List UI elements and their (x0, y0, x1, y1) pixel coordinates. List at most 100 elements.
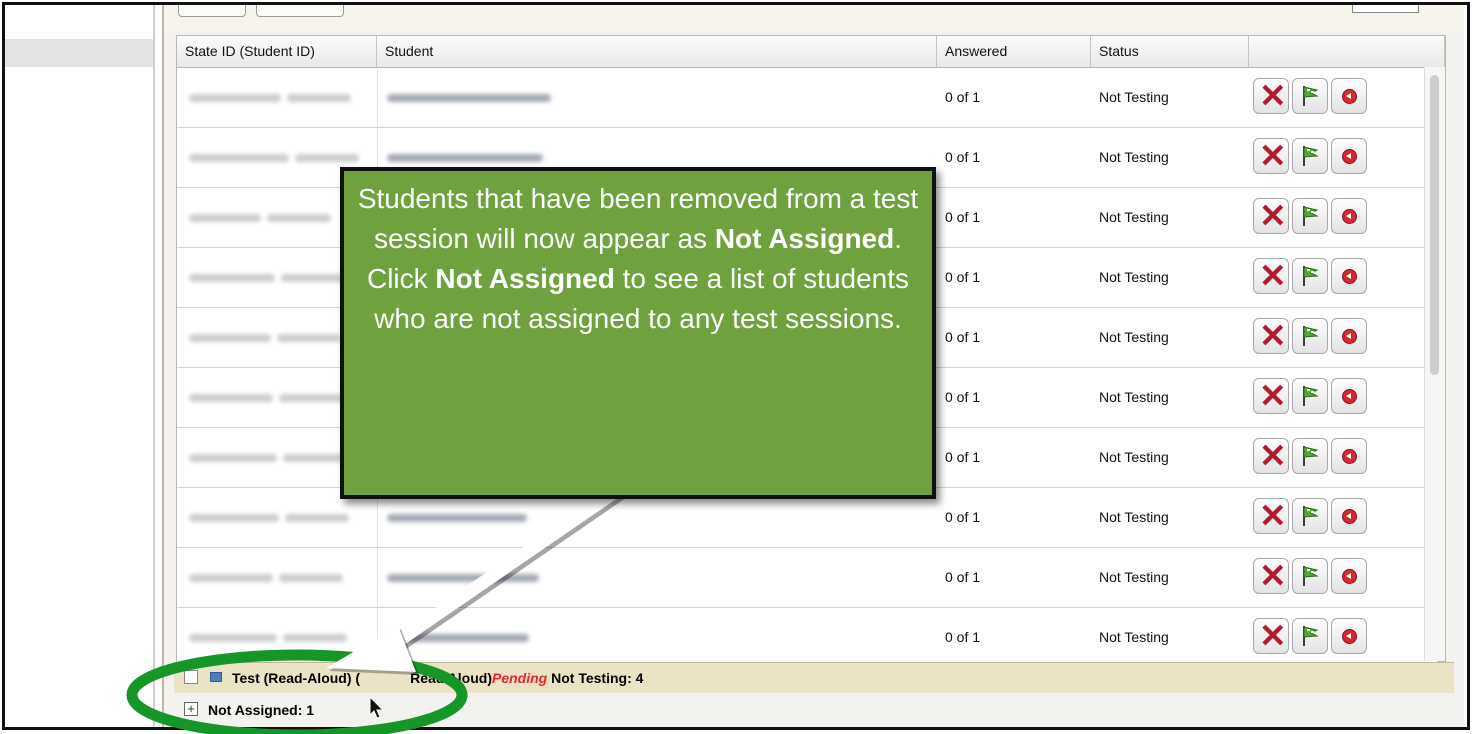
record-back-icon (1342, 509, 1357, 524)
remove-student-button[interactable]: ✕ (1253, 138, 1289, 174)
remove-student-button[interactable]: ✕ (1253, 438, 1289, 474)
toolbar-button[interactable] (178, 5, 246, 17)
finish-test-button[interactable] (1292, 78, 1328, 114)
remove-student-button[interactable]: ✕ (1253, 258, 1289, 294)
left-pane-selected-item[interactable] (5, 39, 155, 67)
answered-cell: 0 of 1 (945, 269, 981, 285)
finish-test-button[interactable] (1292, 258, 1328, 294)
col-status[interactable]: Status (1091, 36, 1249, 67)
checkered-flag-icon (1302, 385, 1320, 412)
finish-test-button[interactable] (1292, 138, 1328, 174)
redacted-student-id (295, 154, 359, 162)
col-actions (1249, 36, 1445, 67)
col-answered[interactable]: Answered (937, 36, 1091, 67)
finish-test-button[interactable] (1292, 318, 1328, 354)
checkered-flag-icon (1302, 325, 1320, 352)
remove-x-icon: ✕ (1259, 437, 1287, 474)
finish-test-button[interactable] (1292, 618, 1328, 654)
answered-cell: 0 of 1 (945, 209, 981, 225)
resume-button[interactable] (1331, 258, 1367, 294)
pane-divider[interactable] (153, 5, 155, 727)
resume-button[interactable] (1331, 378, 1367, 414)
left-pane (5, 5, 155, 727)
remove-x-icon: ✕ (1259, 257, 1287, 294)
status-cell: Not Testing (1099, 449, 1169, 465)
checkered-flag-icon (1302, 505, 1320, 532)
redacted-student-id (285, 514, 349, 522)
resume-button[interactable] (1331, 198, 1367, 234)
record-back-icon (1342, 329, 1357, 344)
redacted-state-id (189, 214, 261, 222)
redacted-state-id (189, 94, 281, 102)
status-cell: Not Testing (1099, 89, 1169, 105)
redacted-student-id (279, 574, 343, 582)
finish-test-button[interactable] (1292, 498, 1328, 534)
redacted-student-name (387, 154, 543, 162)
remove-student-button[interactable]: ✕ (1253, 498, 1289, 534)
status-cell: Not Testing (1099, 569, 1169, 585)
resume-button[interactable] (1331, 78, 1367, 114)
resume-button[interactable] (1331, 618, 1367, 654)
remove-student-button[interactable]: ✕ (1253, 618, 1289, 654)
status-cell: Not Testing (1099, 629, 1169, 645)
col-student[interactable]: Student (377, 36, 937, 67)
redacted-student-id (287, 94, 351, 102)
finish-test-button[interactable] (1292, 438, 1328, 474)
auto-refresh-input[interactable] (1352, 5, 1419, 13)
resume-button[interactable] (1331, 438, 1367, 474)
remove-x-icon: ✕ (1259, 137, 1287, 174)
redacted-student-id (267, 214, 331, 222)
remove-student-button[interactable]: ✕ (1253, 318, 1289, 354)
answered-cell: 0 of 1 (945, 629, 981, 645)
table-row[interactable]: 0 of 1 Not Testing ✕ (177, 608, 1437, 668)
answered-cell: 0 of 1 (945, 569, 981, 585)
expand-plus-icon[interactable] (184, 670, 198, 684)
table-row[interactable]: 0 of 1 Not Testing ✕ (177, 68, 1437, 128)
status-cell: Not Testing (1099, 269, 1169, 285)
callout-bold-1: Not Assigned (714, 223, 895, 254)
remove-student-button[interactable]: ✕ (1253, 558, 1289, 594)
resume-button[interactable] (1331, 318, 1367, 354)
not-assigned-row[interactable]: + Not Assigned: 1 (174, 693, 1454, 727)
redacted-state-id (189, 154, 289, 162)
pending-label: Pending (492, 670, 548, 686)
scrollbar-thumb[interactable] (1430, 75, 1439, 375)
remove-student-button[interactable]: ✕ (1253, 78, 1289, 114)
record-back-icon (1342, 629, 1357, 644)
cell-divider (377, 548, 378, 607)
remove-x-icon: ✕ (1259, 197, 1287, 234)
status-cell: Not Testing (1099, 329, 1169, 345)
record-back-icon (1342, 89, 1357, 104)
col-state-id[interactable]: State ID (Student ID) (177, 36, 377, 67)
status-cell: Not Testing (1099, 149, 1169, 165)
cell-divider (377, 608, 378, 667)
redacted-state-id (189, 514, 279, 522)
resume-button[interactable] (1331, 558, 1367, 594)
redacted-state-id (189, 334, 271, 342)
expand-plus-icon[interactable]: + (184, 702, 198, 716)
checkered-flag-icon (1302, 265, 1320, 292)
callout-bold-2: Not Assigned (435, 263, 615, 294)
group-row-read-aloud[interactable]: Test (Read-Aloud) (Read Aloud)Pending No… (174, 662, 1454, 693)
resume-button[interactable] (1331, 498, 1367, 534)
resume-button[interactable] (1331, 138, 1367, 174)
vertical-scrollbar[interactable] (1424, 67, 1445, 661)
table-row[interactable]: 0 of 1 Not Testing ✕ (177, 548, 1437, 608)
finish-test-button[interactable] (1292, 198, 1328, 234)
remove-x-icon: ✕ (1259, 617, 1287, 654)
not-assigned-label[interactable]: Not Assigned: 1 (208, 693, 314, 727)
record-back-icon (1342, 209, 1357, 224)
record-back-icon (1342, 269, 1357, 284)
finish-test-button[interactable] (1292, 558, 1328, 594)
redacted-student-id (283, 634, 347, 642)
remove-student-button[interactable]: ✕ (1253, 198, 1289, 234)
toolbar-button-image[interactable] (256, 5, 344, 17)
auto-refresh-control (1346, 5, 1419, 13)
redacted-student-name (387, 574, 539, 582)
finish-test-button[interactable] (1292, 378, 1328, 414)
checkered-flag-icon (1302, 205, 1320, 232)
redacted-student-id (281, 274, 345, 282)
checkered-flag-icon (1302, 625, 1320, 652)
redacted-state-id (189, 394, 273, 402)
remove-student-button[interactable]: ✕ (1253, 378, 1289, 414)
